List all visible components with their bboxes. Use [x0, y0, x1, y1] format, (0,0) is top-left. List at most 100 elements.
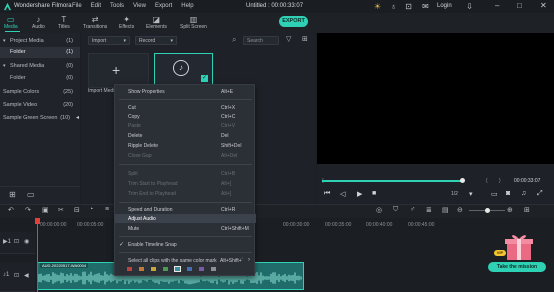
color-mark-swatch[interactable]: [210, 266, 217, 272]
menu-tools[interactable]: Tools: [110, 3, 124, 9]
zoom-out-icon[interactable]: ⊖: [457, 206, 463, 214]
sidebar-item-shared-folder[interactable]: Folder (0): [0, 73, 80, 84]
sidebar-item-sample-video[interactable]: Sample Video (20): [0, 100, 80, 111]
preview-scrubber-handle[interactable]: [460, 178, 465, 183]
cut-icon[interactable]: ✂: [58, 206, 64, 214]
envelope-icon[interactable]: ✉: [421, 2, 430, 11]
menu-item-delete[interactable]: Delete Del: [115, 131, 256, 140]
lock-icon[interactable]: ⊡: [14, 272, 19, 279]
bulb-icon[interactable]: ♁: [389, 2, 398, 11]
preview-scrubber-progress: [322, 180, 462, 182]
open-folder-icon[interactable]: ▭: [27, 190, 35, 199]
menu-item-trim-start[interactable]: Trim Start to Playhead Alt+[: [115, 179, 256, 188]
step-back-icon[interactable]: ◁: [340, 190, 345, 198]
gift-icon[interactable]: ⊡: [404, 2, 413, 11]
menu-help[interactable]: Help: [181, 3, 193, 9]
tab-media[interactable]: ▭ Media: [4, 15, 18, 30]
chevron-down-icon[interactable]: ▾: [469, 190, 473, 198]
filter-icon[interactable]: ▽: [286, 35, 291, 43]
color-mark-swatch[interactable]: [174, 266, 181, 272]
playhead-handle[interactable]: [35, 218, 40, 224]
search-input[interactable]: Search: [243, 36, 279, 45]
stop-icon[interactable]: ■: [372, 190, 376, 197]
redo-icon[interactable]: ↷: [25, 206, 31, 214]
menu-item-speed-duration[interactable]: Speed and Duration Ctrl+R: [115, 205, 256, 214]
zoom-in-icon[interactable]: ⊕: [507, 206, 513, 214]
gift-box-icon[interactable]: [501, 232, 537, 260]
sidebar-item-folder[interactable]: Folder (1): [0, 47, 80, 58]
login-link[interactable]: Login: [437, 3, 452, 9]
export-button[interactable]: EXPORT: [279, 16, 308, 27]
render-icon[interactable]: ◎: [376, 206, 382, 214]
tab-elements[interactable]: ◪ Elements: [146, 15, 167, 30]
grid-icon[interactable]: ⊞: [524, 206, 530, 214]
menu-export[interactable]: Export: [155, 3, 172, 9]
menu-item-ripple-delete[interactable]: Ripple Delete Shift+Del: [115, 141, 256, 150]
menu-separator: [119, 236, 252, 237]
menu-edit[interactable]: Edit: [91, 3, 101, 9]
take-mission-button[interactable]: Take the mission: [488, 262, 546, 272]
fullscreen-icon[interactable]: ⤢: [537, 190, 543, 198]
undo-icon[interactable]: ↶: [8, 206, 14, 214]
eye-icon[interactable]: ◉: [24, 238, 29, 245]
color-mark-swatch[interactable]: [126, 266, 133, 272]
bracket-right[interactable]: }: [499, 178, 501, 184]
grid-view-icon[interactable]: ⊞: [302, 35, 308, 43]
bracket-left[interactable]: {: [486, 178, 488, 184]
close-icon[interactable]: ✕: [540, 1, 547, 10]
menu-item-trim-end[interactable]: Trim End to Playhead Alt+]: [115, 189, 256, 198]
menu-item-mute[interactable]: Mute Ctrl+Shift+M: [115, 224, 256, 233]
sidebar-item-project-media[interactable]: ▾ Project Media (1): [0, 36, 80, 47]
color-mark-swatch[interactable]: [198, 266, 205, 272]
shield-icon[interactable]: ⛉: [393, 206, 398, 214]
color-mark-swatch[interactable]: [138, 266, 145, 272]
minimize-icon[interactable]: –: [495, 1, 499, 10]
split-screen-icon: ▥: [189, 15, 198, 24]
adjust-icon[interactable]: ≡: [105, 206, 109, 213]
menu-item-show-properties[interactable]: Show Properties Alt+E: [115, 87, 256, 96]
menu-item-cut[interactable]: Cut Ctrl+X: [115, 103, 256, 112]
menu-item-select-same-color[interactable]: Select all clips with the same color mar…: [115, 256, 256, 265]
menu-file[interactable]: File: [72, 3, 82, 9]
maximize-icon[interactable]: □: [517, 1, 522, 10]
tab-audio[interactable]: ♪ Audio: [32, 15, 45, 30]
lock-icon[interactable]: ⊡: [14, 238, 19, 245]
sidebar-item-sample-colors[interactable]: Sample Colors (25): [0, 87, 80, 98]
menu-item-close-gap[interactable]: Close Gap Alt+Del: [115, 151, 256, 160]
new-folder-icon[interactable]: ⊞: [9, 190, 16, 199]
snapshot-icon[interactable]: ▤: [442, 206, 449, 214]
import-dropdown[interactable]: Import ▾: [88, 36, 130, 45]
menu-view[interactable]: View: [133, 3, 146, 9]
collapse-arrow-icon[interactable]: ◂: [76, 114, 79, 121]
sun-icon[interactable]: ☀: [373, 2, 382, 11]
delete-icon[interactable]: ▣: [42, 206, 49, 214]
tab-effects[interactable]: ✦ Effects: [119, 15, 134, 30]
monitor-icon[interactable]: ▭: [491, 190, 498, 198]
color-mark-swatch[interactable]: [186, 266, 193, 272]
volume-icon[interactable]: ♫: [521, 190, 526, 197]
zoom-slider-handle[interactable]: [485, 208, 490, 213]
record-dropdown[interactable]: Record ▾: [135, 36, 177, 45]
color-mark-swatch[interactable]: [162, 266, 169, 272]
menu-item-adjust-audio[interactable]: Adjust Audio: [115, 214, 256, 223]
speaker-icon[interactable]: ◀: [24, 272, 29, 279]
menu-item-enable-snap[interactable]: ✓ Enable Timeline Snap: [115, 240, 256, 249]
menu-item-paste[interactable]: Paste Ctrl+V: [115, 121, 256, 130]
download-icon[interactable]: ⇩: [465, 2, 474, 11]
audio-mixer-icon[interactable]: ≣: [426, 206, 432, 214]
sidebar-item-shared-media[interactable]: ▾ Shared Media (0): [0, 61, 80, 72]
camera-icon[interactable]: ◙: [506, 190, 510, 197]
tab-transitions[interactable]: ⇄ Transitions: [83, 15, 107, 30]
tab-split-screen[interactable]: ▥ Split Screen: [180, 15, 207, 30]
color-mark-swatch[interactable]: [150, 266, 157, 272]
microphone-icon[interactable]: ♂: [410, 206, 415, 213]
skip-back-icon[interactable]: ⏮: [324, 190, 330, 198]
menu-item-copy[interactable]: Copy Ctrl+C: [115, 112, 256, 121]
tab-titles[interactable]: T Titles: [58, 15, 70, 30]
sidebar-item-sample-green-screen[interactable]: Sample Green Screen (10) ◂: [0, 113, 80, 124]
speed-icon[interactable]: ◔: [89, 206, 93, 213]
crop-icon[interactable]: ⊟: [74, 206, 80, 214]
transition-icon: ⇄: [91, 15, 99, 24]
menu-item-split[interactable]: Split Ctrl+B: [115, 169, 256, 178]
play-icon[interactable]: ▶: [357, 190, 362, 198]
